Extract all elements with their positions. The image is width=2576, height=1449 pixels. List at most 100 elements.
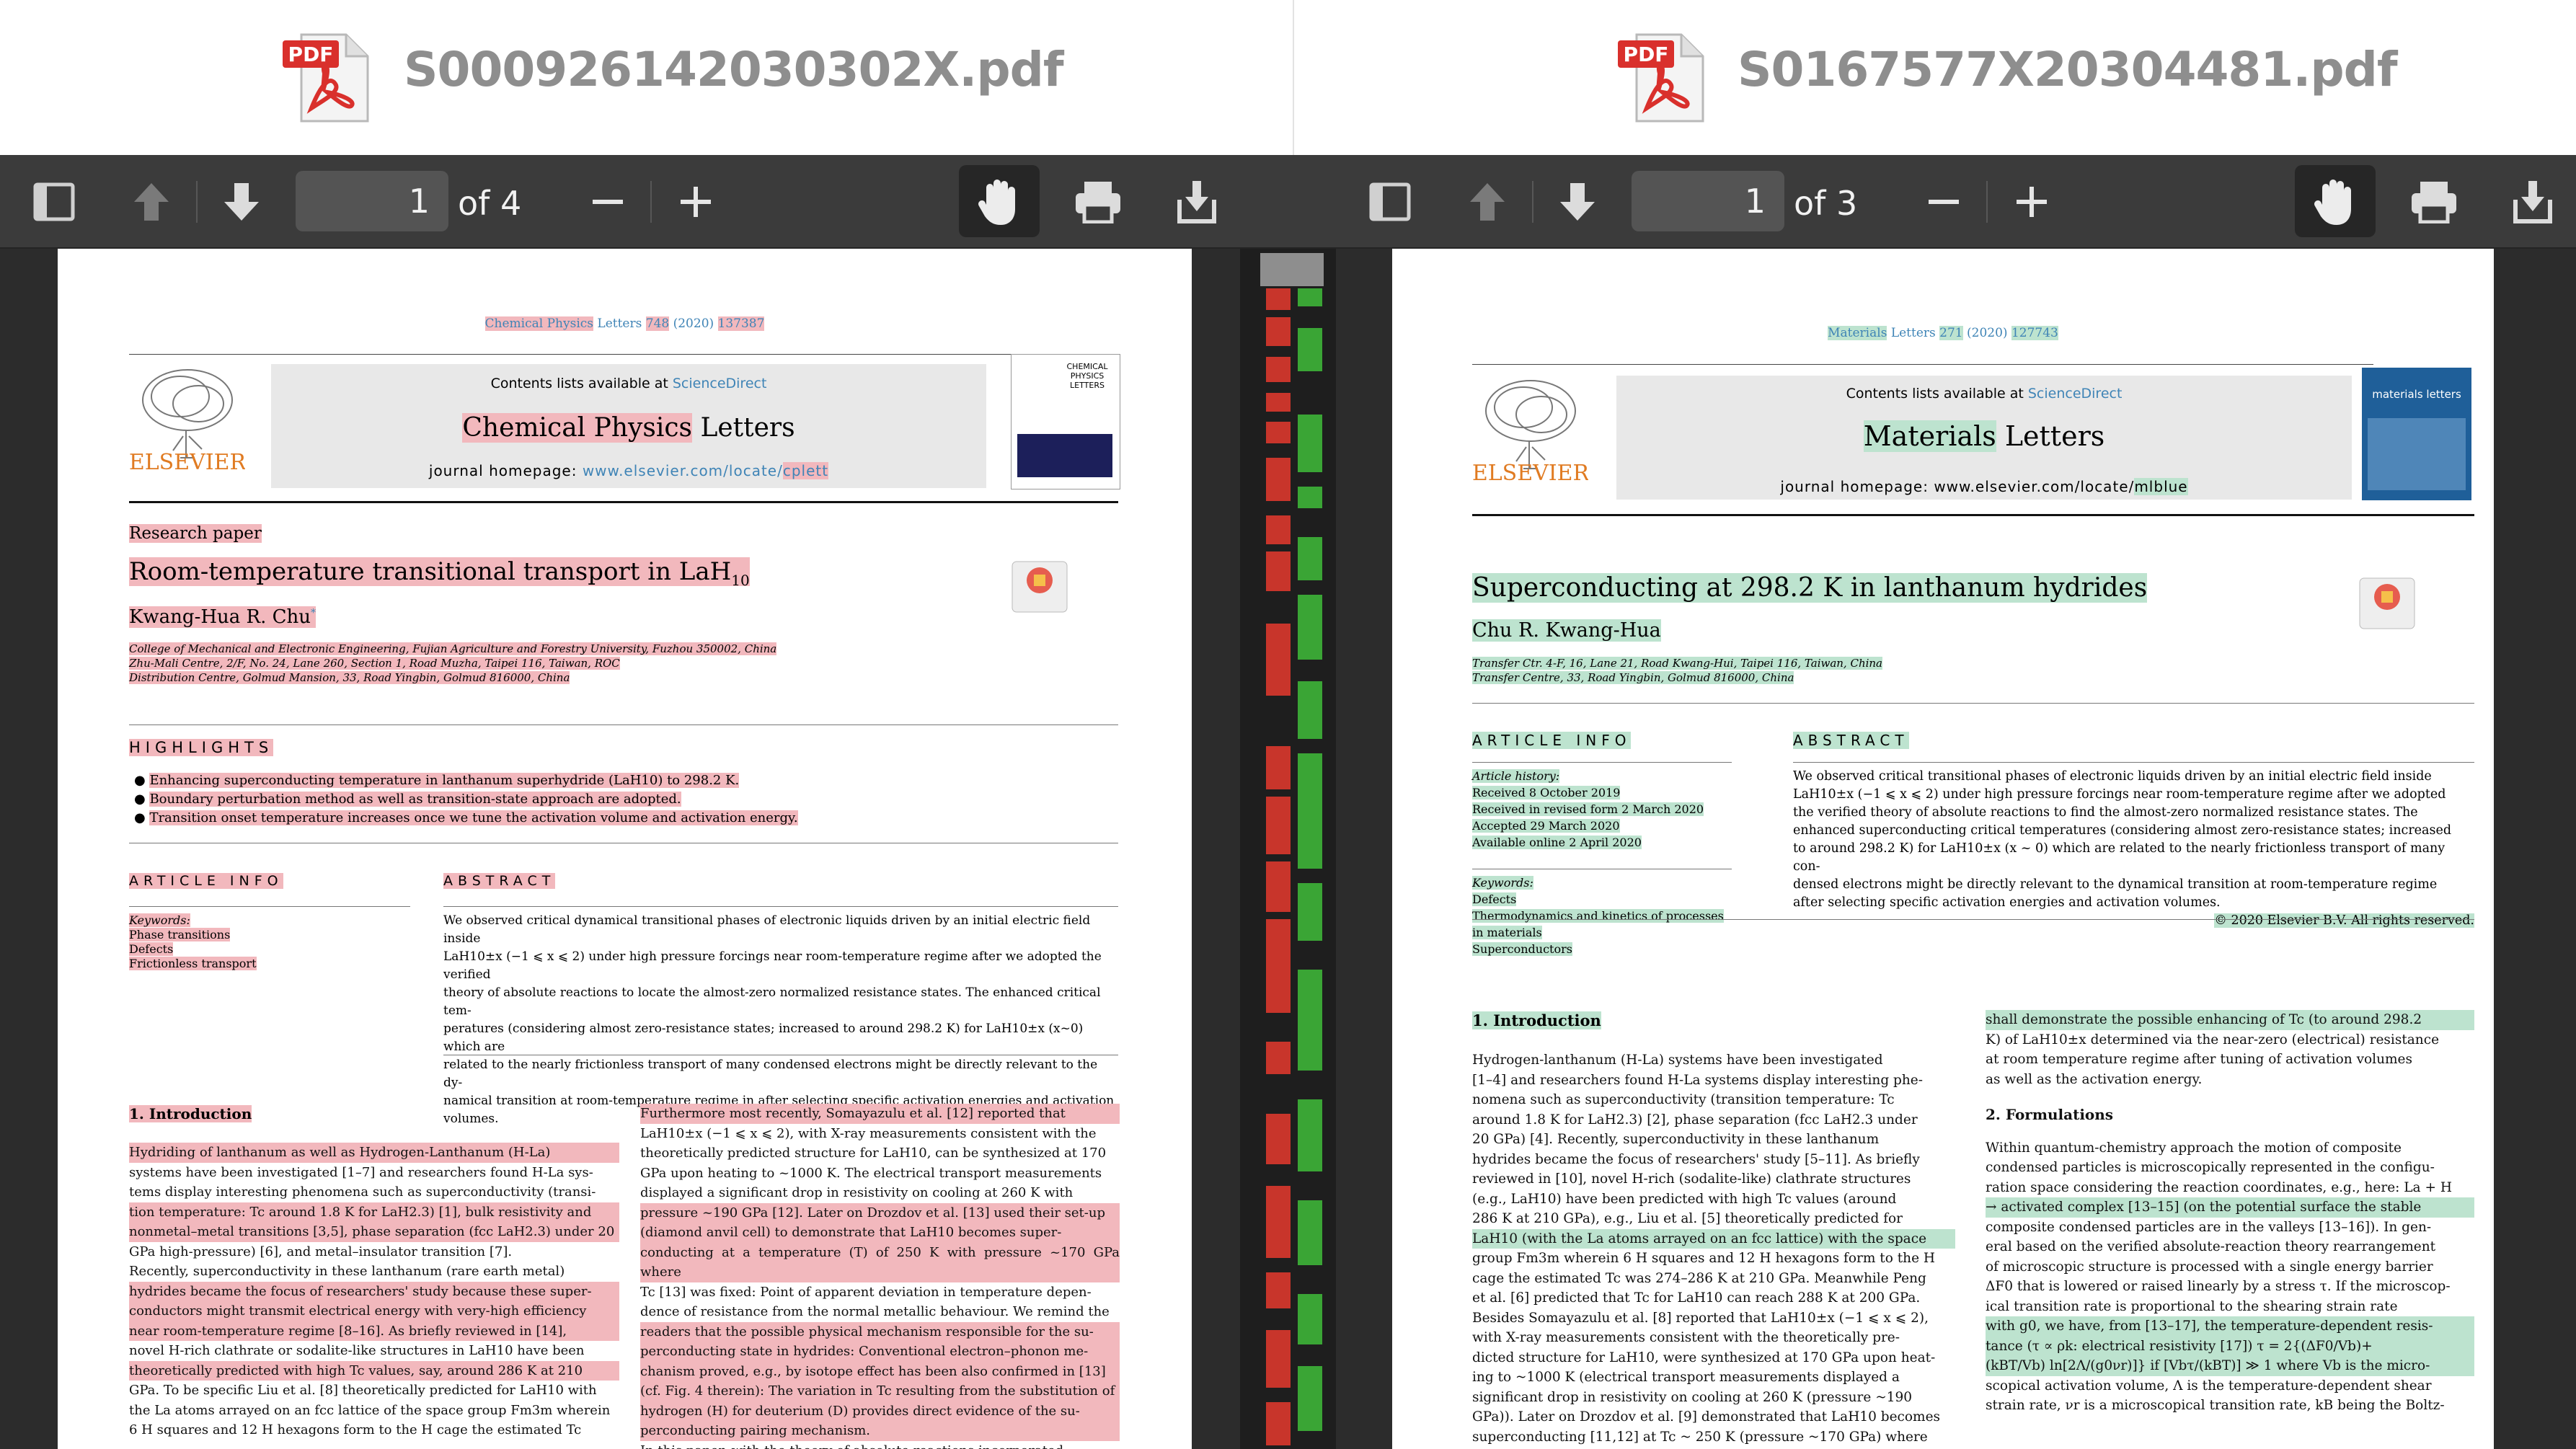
diff-removed-mark[interactable] [1266,551,1291,591]
diff-added-mark[interactable] [1298,1366,1322,1431]
diff-added-mark[interactable] [1298,883,1322,941]
diff-added-mark[interactable] [1298,487,1322,508]
right-title-bar: PDF S0167577X20304481.pdf [1294,0,2576,155]
elsevier-tree-logo: ELSEVIER [1473,380,1588,483]
divider [1472,762,1732,763]
introduction-heading: 1. Introduction [1472,1011,1601,1029]
diff-added-mark[interactable] [1298,970,1322,1071]
next-page-button[interactable] [1552,177,1603,227]
diff-removed-mark[interactable] [1266,357,1291,382]
print-button[interactable] [1073,177,1123,227]
affiliations: College of Mechanical and Electronic Eng… [129,642,777,684]
toolbar-separator [196,181,198,223]
diff-removed-mark[interactable] [1266,317,1291,346]
pdf-file-icon: PDF [283,33,369,123]
right-toolbar: 1 of 3 [1336,155,2576,249]
sidebar-toggle-button[interactable] [29,177,79,227]
diff-added-mark[interactable] [1298,1099,1322,1171]
next-page-button[interactable] [216,177,267,227]
journal-homepage-link[interactable]: journal homepage: www.elsevier.com/locat… [1780,478,2134,495]
diff-added-mark[interactable] [1298,537,1322,580]
hand-tool-button[interactable] [959,165,1040,237]
journal-cover: materials letters [2362,368,2471,500]
diff-removed-mark[interactable] [1266,1042,1291,1074]
left-paper-column-2: Furthermore most recently, Somayazulu et… [640,1104,1120,1449]
diff-added-mark[interactable] [1298,328,1322,371]
zoom-in-button[interactable] [670,177,721,227]
download-button[interactable] [1172,177,1222,227]
diff-removed-mark[interactable] [1266,1330,1291,1388]
diff-removed-mark[interactable] [1266,393,1291,412]
check-for-updates-icon[interactable] [1011,560,1068,613]
diff-removed-mark[interactable] [1266,861,1291,912]
divider [1472,703,2474,704]
citation: Materials Letters 271 (2020) 127743 [1828,326,2058,340]
diff-added-mark[interactable] [1298,595,1322,660]
article-history: Article history: Received 8 October 2019… [1472,769,1704,849]
diff-removed-mark[interactable] [1266,746,1291,789]
sidebar-toggle-icon [33,182,75,221]
diff-overview-strip[interactable] [1240,249,1336,1449]
diff-added-mark[interactable] [1298,1294,1322,1344]
diff-removed-mark[interactable] [1266,1150,1291,1164]
left-pdf-page: Chemical Physics Letters 748 (2020) 1373… [58,249,1192,1449]
check-for-updates-icon[interactable] [2358,577,2416,630]
zoom-out-button[interactable] [1918,177,1969,227]
diff-removed-mark[interactable] [1266,1186,1291,1258]
diff-removed-mark[interactable] [1266,1402,1291,1445]
page-down-icon [1560,183,1595,221]
hand-tool-button[interactable] [2295,165,2376,237]
diff-removed-mark[interactable] [1266,1272,1291,1308]
diff-removed-mark[interactable] [1266,624,1291,696]
elsevier-tree-logo: ELSEVIER [130,369,245,472]
header-rule [129,501,1118,503]
previous-page-button[interactable] [1462,177,1513,227]
right-pdf-viewer[interactable]: Materials Letters 271 (2020) 127743 ELSE… [1336,249,2576,1449]
print-button[interactable] [2409,177,2459,227]
keywords: Keywords: Defects Thermodynamics and kin… [1472,876,1724,956]
page-number-input[interactable]: 1 [296,171,448,231]
left-pdf-viewer[interactable]: Chemical Physics Letters 748 (2020) 1373… [0,249,1336,1449]
page-number-input[interactable]: 1 [1632,171,1784,231]
svg-text:PDF: PDF [288,43,334,66]
highlights-heading: HIGHLIGHTS [129,739,274,756]
journal-homepage-link[interactable]: www.elsevier.com/locate/ [583,462,783,479]
diff-added-mark[interactable] [1298,288,1322,306]
right-file-name: S0167577X20304481.pdf [1738,42,2398,97]
svg-text:ELSEVIER: ELSEVIER [1473,461,1588,483]
diff-added-mark[interactable] [1298,753,1322,869]
diff-removed-mark[interactable] [1266,422,1291,443]
print-icon [1076,182,1120,223]
download-button[interactable] [2508,177,2558,227]
diff-added-mark[interactable] [1298,1200,1322,1265]
sidebar-toggle-button[interactable] [1365,177,1415,227]
page-up-icon [134,183,169,221]
keywords: Keywords: Phase transitions Defects Fric… [129,913,257,970]
download-icon [2513,181,2552,223]
zoom-out-button[interactable] [583,177,633,227]
page-down-icon [224,183,259,221]
highlights-list: ● Enhancing superconducting temperature … [134,773,798,825]
diff-added-mark[interactable] [1298,681,1322,739]
zoom-in-button[interactable] [2006,177,2057,227]
pdf-file-icon: PDF [1618,33,1704,123]
divider [443,906,1118,907]
page-up-icon [1470,183,1505,221]
abstract-heading: ABSTRACT [1793,732,1909,749]
diff-removed-mark[interactable] [1266,919,1291,1013]
previous-page-button[interactable] [126,177,177,227]
divider [1793,762,2474,763]
sciencedirect-link[interactable]: ScienceDirect [2028,386,2123,402]
abstract-text: We observed critical transitional phases… [1793,769,2474,928]
journal-header-box: Contents lists available at ScienceDirec… [1616,376,2352,500]
sciencedirect-link[interactable]: ScienceDirect [673,376,767,391]
diff-removed-mark[interactable] [1266,797,1291,854]
diff-added-mark[interactable] [1298,415,1322,472]
right-pdf-page: Materials Letters 271 (2020) 127743 ELSE… [1392,249,2494,1449]
diff-removed-mark[interactable] [1266,458,1291,501]
left-title-bar: PDF S000926142030302X.pdf [0,0,1293,155]
diff-removed-mark[interactable] [1266,288,1291,310]
zoom-out-icon [593,200,623,204]
diff-removed-mark[interactable] [1266,515,1291,544]
affiliations: Transfer Ctr. 4-F, 16, Lane 21, Road Kwa… [1472,657,1883,684]
